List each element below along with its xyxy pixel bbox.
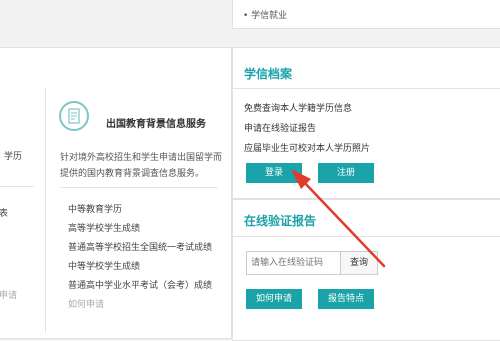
xuexin-archive-panel: 学信档案 免费查询本人学籍学历信息 申请在线验证报告 应届毕业生可校对本人学历照… [232,47,500,199]
study-abroad-title[interactable]: 出国教育背景信息服务 [106,115,206,130]
online-report-title-divider [233,236,500,237]
online-report-panel: 在线验证报告 查询 如何申请 报告特点 [232,199,500,341]
left-partial-text-1: 学历 [4,152,23,162]
login-button[interactable]: 登录 [246,163,302,183]
xuexin-archive-title: 学信档案 [244,67,293,81]
study-abroad-divider [60,187,218,188]
link-academic-proficiency-test[interactable]: 普通高中学业水平考试（会考）成绩 [68,278,212,291]
main-services-panel: 学历 表 申请 出国教育背景信息服务 针对境外高校招生和学生申请出国留学而 提供… [0,47,232,339]
how-to-apply-button[interactable]: 如何申请 [246,289,302,309]
archive-item-check-photo[interactable]: 应届毕业生可校对本人学历照片 [244,141,370,154]
link-secondary-school-grades[interactable]: 中等学校学生成绩 [68,259,140,272]
query-button[interactable]: 查询 [340,251,378,275]
top-right-panel: • 学信就业 [232,0,500,29]
study-abroad-section: 出国教育背景信息服务 针对境外高校招生和学生申请出国留学而 提供的国内教育背景调… [46,48,231,338]
register-button[interactable]: 注册 [318,163,374,183]
study-abroad-desc-line-2: 提供的国内教育背景调查信息服务。 [60,169,205,179]
report-features-button[interactable]: 报告特点 [318,289,374,309]
link-how-to-apply[interactable]: 如何申请 [68,297,104,310]
left-column-partial: 学历 表 申请 [0,48,45,338]
online-report-title: 在线验证报告 [244,214,317,228]
study-abroad-desc-line-1: 针对境外高校招生和学生申请出国留学而 [60,153,223,163]
link-higher-edu-grades[interactable]: 高等学校学生成绩 [68,221,140,234]
archive-item-apply-report[interactable]: 申请在线验证报告 [244,121,316,134]
left-partial-text-3[interactable]: 申请 [0,288,17,301]
left-divider [0,186,34,187]
top-right-link-xuexin-jiuye[interactable]: • 学信就业 [243,8,287,21]
archive-title-divider [233,88,500,89]
link-secondary-education[interactable]: 中等教育学历 [68,202,122,215]
left-partial-text-2[interactable]: 表 [0,206,8,219]
verification-code-input[interactable] [246,251,348,275]
link-gaokao-scores[interactable]: 普通高等学校招生全国统一考试成绩 [68,240,212,253]
archive-item-query[interactable]: 免费查询本人学籍学历信息 [244,101,352,114]
document-icon [59,101,89,131]
